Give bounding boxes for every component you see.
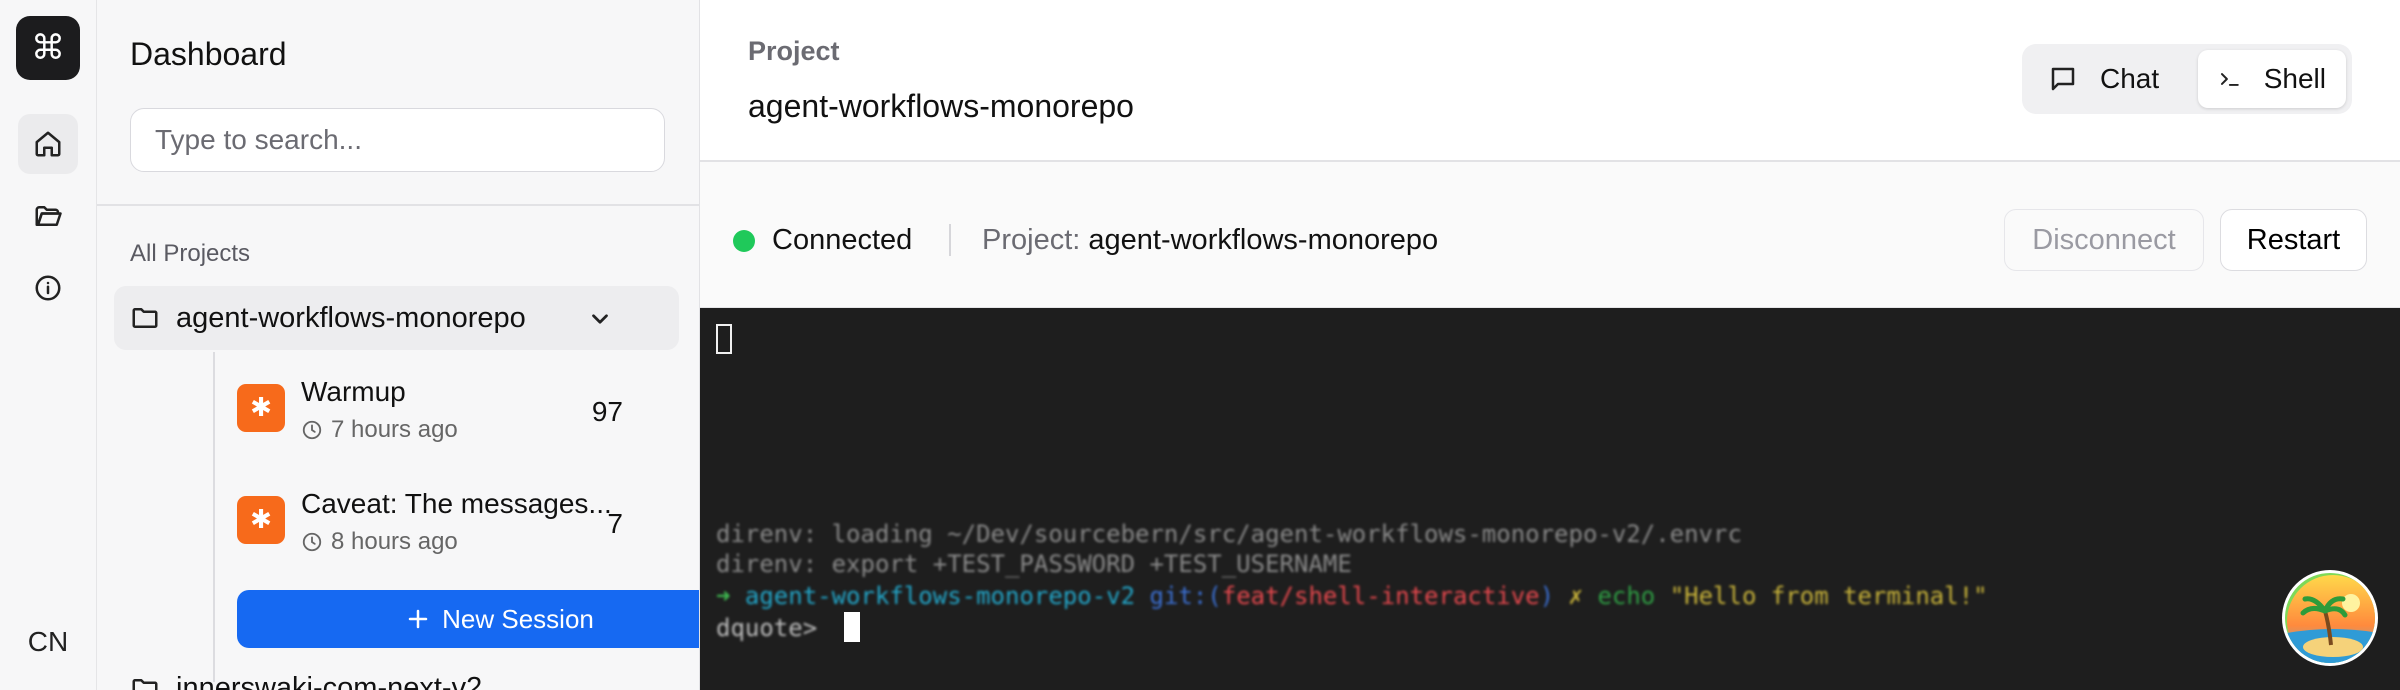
prompt-argument: "Hello from terminal!" [1669,582,1988,610]
tab-chat[interactable]: Chat [2028,50,2192,108]
terminal[interactable]: direnv: loading ~/Dev/sourcebern/src/age… [700,308,2400,690]
project-header-name: agent-workflows-monorepo [748,88,1134,124]
status-project-value: agent-workflows-monorepo [1088,224,1439,256]
connection-status: Connected [772,224,913,256]
search-input[interactable] [130,108,665,172]
chat-bubble-icon [2051,67,2075,91]
rail-info-button[interactable] [18,258,78,318]
terminal-line: direnv: loading ~/Dev/sourcebern/src/age… [716,520,1742,548]
terminal-status-bar: Connected Project: agent-workflows-monor… [700,162,2400,308]
session-tree-line [213,352,215,682]
info-icon [35,275,61,301]
project-name: innerswaki-com-next-v2 [176,672,483,690]
session-time: 7 hours ago [331,416,458,443]
clock-icon [302,532,322,552]
tab-shell-label: Shell [2263,63,2326,94]
sidebar: Dashboard All Projects agent-workflows-m… [97,0,700,690]
project-header-label: Project [748,36,840,66]
tab-shell[interactable]: Shell [2198,50,2346,108]
project-name: agent-workflows-monorepo [176,301,526,334]
tab-chat-label: Chat [2100,63,2160,94]
terminal-continuation: dquote> [716,614,818,642]
terminal-cursor [844,612,860,642]
prompt-dir: agent-workflows-monorepo-v2 [744,582,1136,610]
session-time: 8 hours ago [331,528,458,555]
terminal-prompt-icon [2220,73,2239,86]
new-session-label: New Session [442,603,594,634]
session-message-count: 7 [607,508,623,539]
session-badge-icon: ✱ [237,496,285,544]
home-icon [35,131,61,157]
session-name: Warmup [301,376,406,407]
prompt-git-suffix: ) [1539,582,1555,610]
terminal-line: direnv: export +TEST_PASSWORD +TEST_USER… [716,550,1352,578]
clock-icon [302,420,322,440]
floating-avatar[interactable] [2282,570,2378,666]
disconnect-button[interactable]: Disconnect [2004,209,2204,271]
terminal-prompt-line: ➜ agent-workflows-monorepo-v2 git:(feat/… [716,582,1988,610]
prompt-arrow: ➜ [716,582,731,610]
section-label: All Projects [130,240,251,267]
new-session-button[interactable]: New Session [237,590,699,648]
status-project-key: Project: [982,224,1081,256]
status-project: Project: agent-workflows-monorepo [982,224,1438,257]
session-name: Caveat: The messages... [301,488,612,519]
rail-projects-button[interactable] [18,186,78,246]
session-meta: 7 hours ago [301,416,458,444]
project-item-next[interactable]: innerswaki-com-next-v2 [130,672,482,690]
icon-rail: ⌘ CN [0,0,97,690]
connection-status-dot [733,230,755,252]
prompt-command: echo [1597,582,1656,610]
mode-toggle: Chat Shell [2022,44,2352,114]
prompt-branch: feat/shell-interactive [1221,582,1540,610]
app-logo[interactable]: ⌘ [16,16,80,80]
status-divider [949,224,951,256]
session-item[interactable]: ✱ Caveat: The messages... 8 hours ago 7 [237,474,677,574]
folder-icon [132,308,158,328]
session-message-count: 97 [591,396,623,427]
session-meta: 8 hours ago [301,528,458,556]
folder-icon [132,678,158,690]
user-avatar-initials[interactable]: CN [16,612,80,672]
command-icon: ⌘ [31,28,65,68]
plus-icon [408,609,428,629]
terminal-cursor-outline [716,324,732,354]
session-badge-icon: ✱ [237,384,285,432]
beach-island-icon [2287,575,2375,663]
folder-open-icon [35,206,62,226]
rail-home-button[interactable] [18,114,78,174]
sidebar-divider [97,204,699,206]
project-item[interactable]: agent-workflows-monorepo [114,286,679,350]
sidebar-title: Dashboard [130,36,287,72]
prompt-dirty-mark: ✗ [1568,582,1583,610]
session-item[interactable]: ✱ Warmup 7 hours ago 97 [237,362,677,462]
restart-button[interactable]: Restart [2220,209,2367,271]
main-panel: Project agent-workflows-monorepo Chat Sh… [700,0,2400,690]
prompt-git-prefix: git:( [1149,582,1222,610]
chevron-down-icon[interactable] [587,306,613,332]
